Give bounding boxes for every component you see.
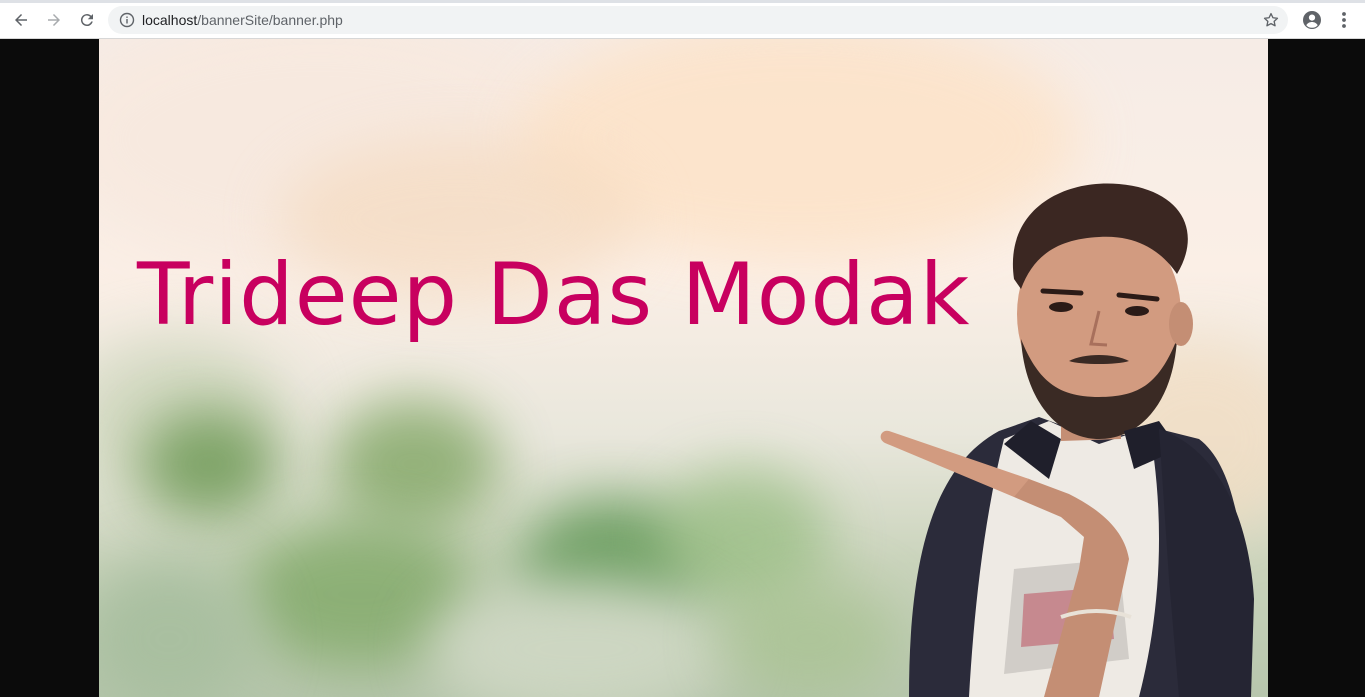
url-path: /bannerSite/banner.php: [197, 12, 343, 28]
url-host: localhost: [142, 12, 198, 28]
account-circle-icon[interactable]: [1302, 10, 1322, 30]
reload-icon: [80, 14, 93, 27]
star-icon[interactable]: [1262, 11, 1280, 29]
forward-button[interactable]: [43, 9, 65, 31]
info-icon[interactable]: [119, 12, 135, 28]
banner: Trideep Das Modak: [99, 39, 1268, 697]
forward-arrow-icon: [48, 14, 60, 26]
url-text[interactable]: localhost/bannerSite/banner.php: [142, 12, 343, 28]
address-bar[interactable]: localhost/bannerSite/banner.php: [108, 6, 1288, 34]
browser-toolbar: localhost/bannerSite/banner.php: [0, 0, 1365, 39]
tabstrip-edge: [0, 0, 1365, 3]
man-pointing-at-himself: [880, 183, 1254, 697]
reload-button[interactable]: [76, 9, 98, 31]
kebab-menu-icon[interactable]: [1336, 10, 1352, 30]
banner-title: Trideep Das Modak: [137, 245, 971, 345]
back-button[interactable]: [10, 9, 32, 31]
back-arrow-icon: [15, 14, 27, 26]
page-viewport: Trideep Das Modak: [0, 39, 1365, 697]
